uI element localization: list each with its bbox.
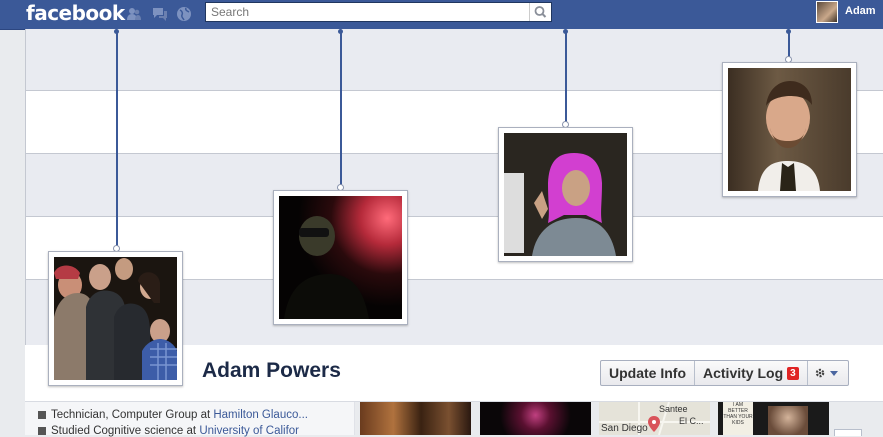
search-icon xyxy=(534,6,547,18)
connector-line xyxy=(565,31,567,122)
work-prefix: Technician, Computer Group at xyxy=(51,409,214,421)
photo-image xyxy=(504,133,627,256)
connector-line xyxy=(788,31,790,58)
photo-image xyxy=(54,257,177,380)
notifications-globe-icon[interactable] xyxy=(176,6,192,22)
poster-text: I AM BETTER THAN YOUR KIDS xyxy=(723,402,753,426)
activity-log-badge: 3 xyxy=(787,367,799,380)
photo-image xyxy=(279,196,402,319)
chevron-down-icon xyxy=(829,371,838,376)
briefcase-icon xyxy=(38,411,46,419)
user-name[interactable]: Adam xyxy=(845,5,876,17)
facebook-logo[interactable]: facebook xyxy=(26,1,125,25)
top-bar: facebook Adam xyxy=(0,0,883,30)
likes-thumbnail[interactable]: I AM BETTER THAN YOUR KIDS xyxy=(718,402,829,435)
gear-icon xyxy=(815,368,824,378)
search-input[interactable] xyxy=(211,5,511,19)
messages-icon[interactable] xyxy=(151,6,167,22)
poster-image: I AM BETTER THAN YOUR KIDS xyxy=(723,402,753,435)
map-thumbnail[interactable]: Santee El C... San Diego xyxy=(599,402,710,435)
search-button[interactable] xyxy=(529,3,551,21)
search-box[interactable] xyxy=(205,2,552,22)
photos-thumbnail[interactable] xyxy=(480,402,591,435)
update-info-button[interactable]: Update Info xyxy=(601,361,695,385)
graduation-cap-icon xyxy=(38,427,46,435)
map-label: El C... xyxy=(679,416,704,426)
work-info: Technician, Computer Group at Hamilton G… xyxy=(38,409,308,421)
profile-picture[interactable] xyxy=(48,251,183,386)
activity-log-button[interactable]: Activity Log 3 xyxy=(695,361,808,385)
profile-info: Technician, Computer Group at Hamilton G… xyxy=(25,402,355,437)
connector-line xyxy=(340,31,342,185)
connector-line xyxy=(116,31,118,246)
education-info: Studied Cognitive science at University … xyxy=(38,425,299,437)
work-link[interactable]: Hamilton Glauco... xyxy=(213,409,308,421)
timeline-photo[interactable] xyxy=(498,127,633,262)
avatar[interactable] xyxy=(816,1,838,23)
map-label: Santee xyxy=(659,404,688,414)
timeline-photo[interactable] xyxy=(722,62,857,197)
photo-image xyxy=(728,68,851,191)
education-link[interactable]: University of Califor xyxy=(199,425,299,437)
timeline-photo[interactable] xyxy=(273,190,408,325)
map-label: San Diego xyxy=(601,423,648,434)
profile-actions: Update Info Activity Log 3 xyxy=(600,360,849,386)
profile-name[interactable]: Adam Powers xyxy=(202,359,341,383)
photos-thumbnail[interactable] xyxy=(360,402,471,435)
education-prefix: Studied Cognitive science at xyxy=(51,425,200,437)
friend-requests-icon[interactable] xyxy=(126,6,142,22)
settings-menu-button[interactable] xyxy=(808,361,848,385)
person-image xyxy=(768,406,808,435)
activity-log-label: Activity Log xyxy=(703,365,784,381)
